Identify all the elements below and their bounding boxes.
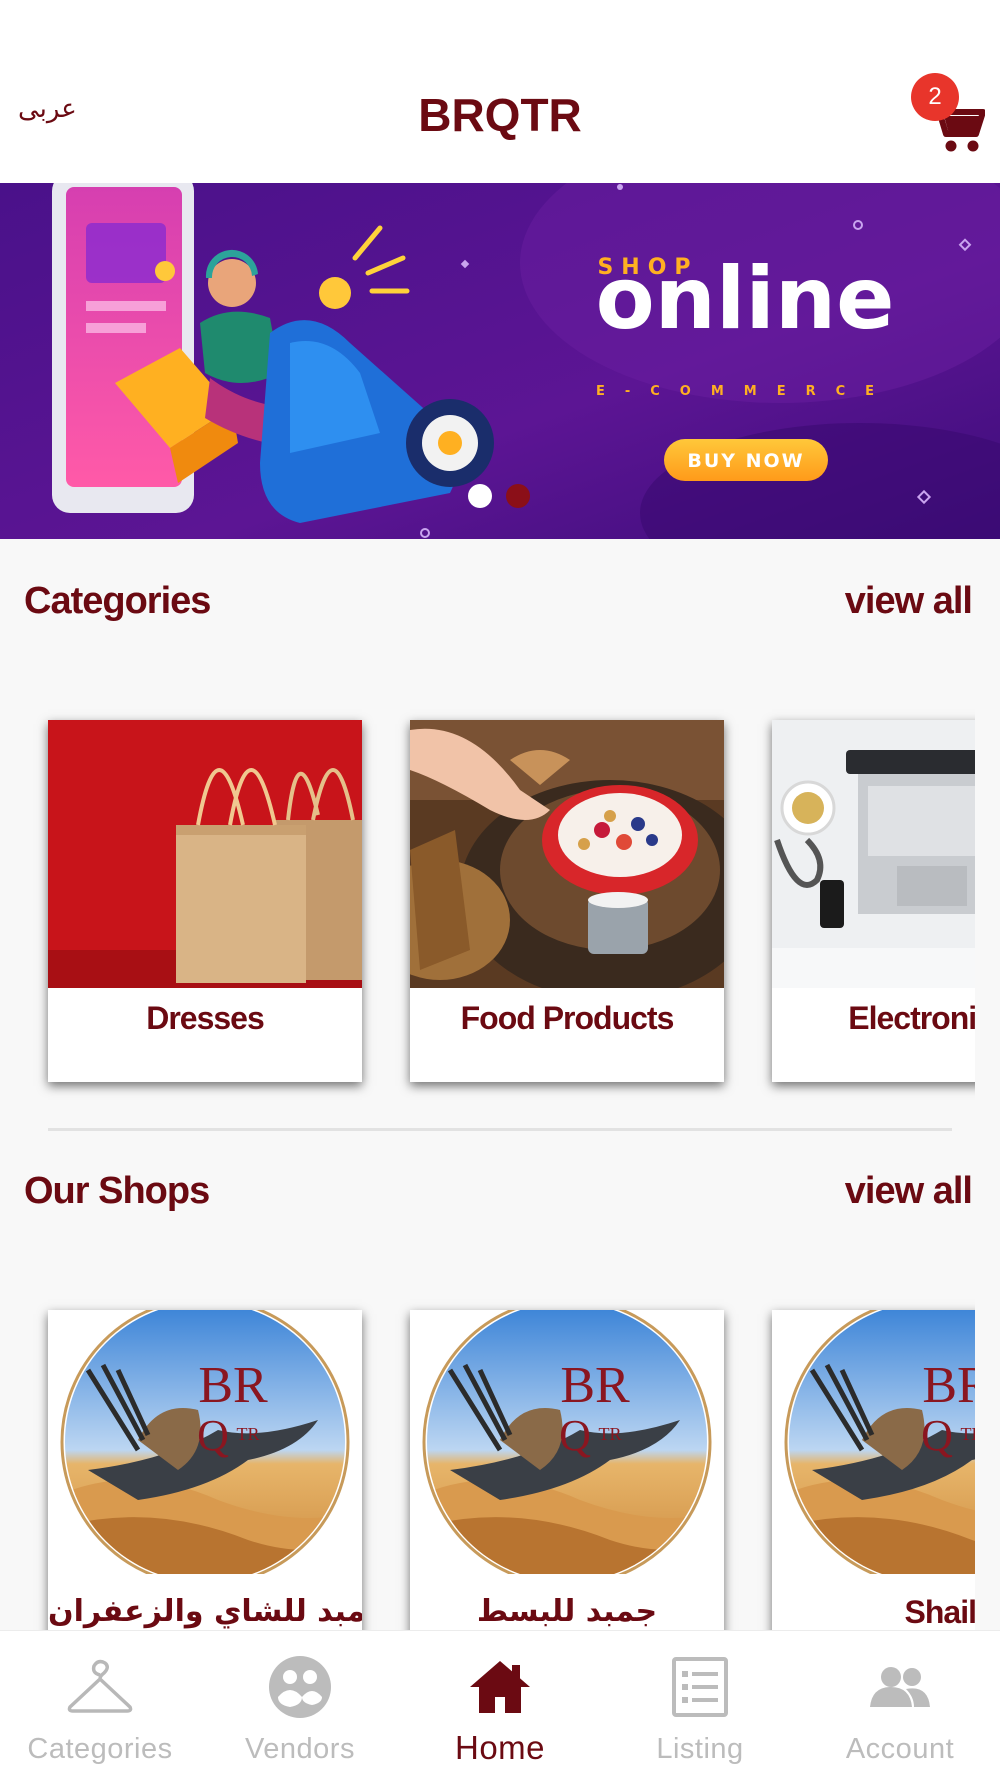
categories-heading: Categories [24,580,211,622]
category-card-dresses[interactable]: Dresses [48,720,362,1082]
shop-card[interactable]: BR Q TR جمبد للبسط [410,1310,724,1630]
account-icon [870,1667,930,1707]
carousel-dot[interactable] [506,484,530,508]
shop-logo: BR Q TR [48,1310,362,1574]
tab-label: Account [845,1733,955,1765]
section-divider [48,1128,952,1131]
category-image [410,720,724,988]
categories-carousel[interactable]: Dresses Food Products Electroni [0,700,975,1100]
promo-banner[interactable]: SHOP online E-COMMERCE BUY NOW [0,183,1000,539]
svg-text:TR: TR [598,1424,621,1444]
cart-count-badge: 2 [911,73,959,121]
tab-label: Listing [656,1733,744,1765]
banner-subline: E-COMMERCE [596,384,894,399]
tab-categories[interactable]: Categories [0,1631,200,1778]
tab-label: Vendors [245,1733,355,1765]
home-icon [470,1661,530,1713]
svg-text:TR: TR [236,1424,259,1444]
svg-text:Q: Q [197,1411,229,1460]
svg-text:BR: BR [560,1357,630,1414]
app-header: عربى BRQTR 2 [0,0,1000,183]
category-label: Dresses [146,1000,265,1036]
tab-label: Categories [27,1733,173,1765]
banner-illustration: SHOP online E-COMMERCE BUY NOW [0,183,1000,539]
shop-label: جمبد للبسط [476,1594,658,1629]
shop-card[interactable]: BR Q TR جمبد للشاي والزعفران [48,1310,362,1630]
shop-logo: BR Q TR [772,1310,975,1574]
svg-text:Q: Q [921,1411,953,1460]
home-screen: عربى BRQTR 2 SHOP online E-COMMERCE BUY … [0,0,1000,1778]
category-card-food-products[interactable]: Food Products [410,720,724,1082]
listing-icon [672,1657,728,1717]
category-image [772,720,975,988]
svg-text:BR: BR [922,1357,975,1414]
shop-card[interactable]: BR Q TR Shail [772,1310,975,1630]
category-label: Electronics [848,1000,975,1036]
tab-home[interactable]: Home [400,1631,600,1778]
bottom-tab-bar: Categories Vendors Home Listing Account [0,1630,1000,1778]
category-card-electronics[interactable]: Electronics [772,720,975,1082]
category-image [48,720,362,988]
shop-label: Shail [904,1594,975,1630]
svg-text:Q: Q [559,1411,591,1460]
shop-logo: BR Q TR [410,1310,724,1574]
shops-carousel[interactable]: BR Q TR جمبد للشاي والزعفران BR Q TR جمب… [0,1290,975,1630]
vendors-icon [269,1656,331,1718]
category-label: Food Products [460,1000,675,1036]
shop-label: جمبد للشاي والزعفران [48,1594,362,1629]
carousel-dot-active[interactable] [468,484,492,508]
tab-label: Home [454,1729,546,1766]
svg-text:BR: BR [198,1357,268,1414]
tab-vendors[interactable]: Vendors [200,1631,400,1778]
banner-cta-label: BUY NOW [687,450,804,472]
shops-view-all-link[interactable]: view all [845,1170,973,1213]
app-title: BRQTR [418,89,582,141]
categories-view-all-link[interactable]: view all [845,580,973,623]
hanger-icon [67,1659,133,1713]
shops-heading: Our Shops [24,1170,210,1212]
tab-account[interactable]: Account [800,1631,1000,1778]
svg-text:TR: TR [960,1424,975,1444]
tab-listing[interactable]: Listing [600,1631,800,1778]
banner-headline: online [596,249,895,349]
